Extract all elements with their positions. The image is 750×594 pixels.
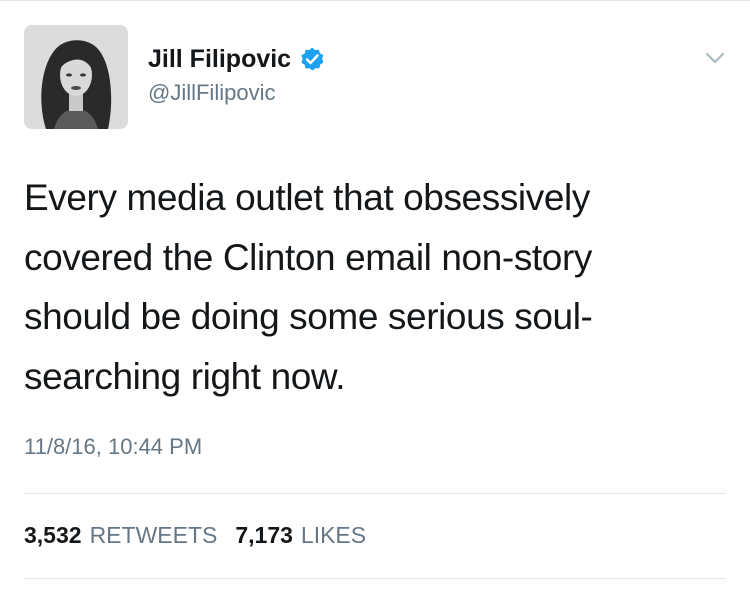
retweets-stat[interactable]: 3,532 RETWEETS [24,522,217,549]
tweet-timestamp[interactable]: 11/8/16, 10:44 PM [24,434,202,460]
display-name[interactable]: Jill Filipovic [148,45,291,74]
verified-badge-icon [299,46,325,72]
avatar[interactable] [24,25,128,129]
likes-label: LIKES [300,522,367,548]
divider [24,578,726,579]
retweets-label: RETWEETS [89,522,218,548]
author-name-row: Jill Filipovic [148,44,325,74]
tweet-text-line: searching right now. [24,355,346,397]
likes-stat[interactable]: 7,173 LIKES [235,522,366,549]
retweets-count: 3,532 [24,522,82,548]
likes-count: 7,173 [235,522,293,548]
tweet-stats: 3,532 RETWEETS 7,173 LIKES [24,522,366,549]
tweet-text-line: Every media outlet that obsessively [24,177,590,218]
chevron-down-icon[interactable] [702,48,728,68]
top-border [0,0,750,1]
divider [24,493,726,494]
profile-photo-icon [24,25,128,129]
author-handle[interactable]: @JillFilipovic [148,80,275,106]
tweet-text: Every media outlet that obsessively cove… [24,168,724,406]
tweet-text-line: covered the Clinton email non-story [24,236,593,278]
tweet-text-line: should be doing some serious soul- [24,296,593,337]
